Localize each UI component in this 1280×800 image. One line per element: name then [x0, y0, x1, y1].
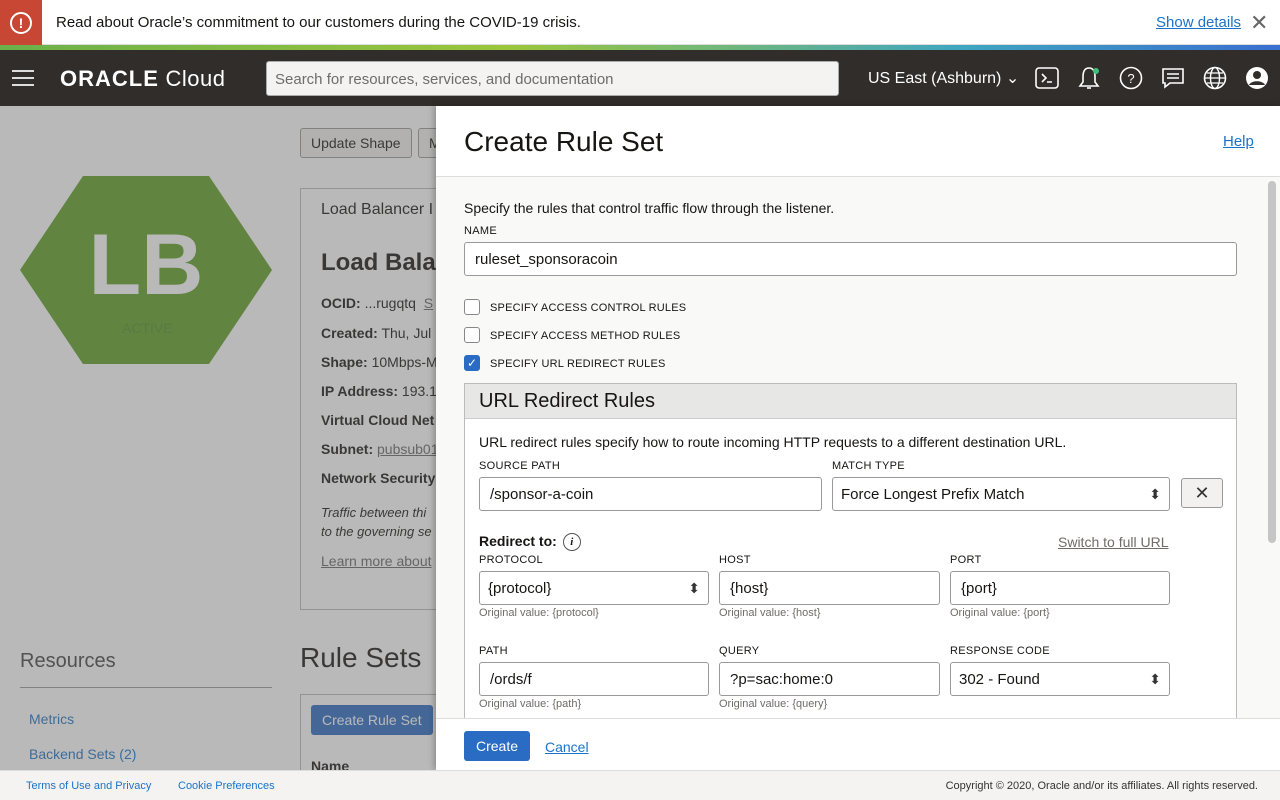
url-redirect-checkbox[interactable]: ✓	[464, 355, 480, 371]
chevron-down-icon: ⌄	[1005, 70, 1020, 87]
cloud-shell-icon[interactable]	[1034, 65, 1060, 91]
create-rule-set-panel: Create Rule Set Help Specify the rules t…	[436, 106, 1280, 770]
url-redirect-label: SPECIFY URL REDIRECT RULES	[490, 358, 666, 370]
region-selector[interactable]: US East (Ashburn) ⌄	[868, 68, 1019, 88]
path-input[interactable]: /ords/f	[479, 662, 709, 696]
modal-overlay[interactable]	[0, 106, 436, 770]
access-method-label: SPECIFY ACCESS METHOD RULES	[490, 330, 681, 342]
page-footer: Terms of Use and Privacy Cookie Preferen…	[0, 770, 1280, 800]
protocol-select[interactable]: {protocol}	[479, 571, 709, 605]
check-icon: ✓	[466, 356, 478, 370]
show-details-link[interactable]: Show details	[1156, 14, 1241, 31]
host-input[interactable]: {host}	[719, 571, 940, 605]
banner-message: Read about Oracle’s commitment to our cu…	[56, 14, 581, 31]
panel-footer: Create Cancel	[436, 718, 1280, 770]
path-hint: Original value: {path}	[479, 698, 582, 710]
svg-text:?: ?	[1127, 71, 1134, 86]
switch-full-url-link[interactable]: Switch to full URL	[1058, 534, 1168, 550]
info-icon[interactable]: i	[562, 533, 581, 552]
panel-description: Specify the rules that control traffic f…	[464, 200, 835, 216]
match-type-select[interactable]: Force Longest Prefix Match	[832, 477, 1170, 511]
query-hint: Original value: {query}	[719, 698, 828, 710]
create-button[interactable]: Create	[464, 731, 531, 761]
section-description: URL redirect rules specify how to route …	[479, 434, 1067, 450]
access-control-label: SPECIFY ACCESS CONTROL RULES	[490, 302, 687, 314]
section-title: URL Redirect Rules	[465, 384, 1236, 419]
close-icon[interactable]: ✕	[1250, 10, 1268, 36]
search-input[interactable]: Search for resources, services, and docu…	[266, 61, 839, 96]
protocol-label: PROTOCOL	[479, 554, 543, 566]
copyright: Copyright © 2020, Oracle and/or its affi…	[945, 780, 1258, 792]
menu-icon[interactable]	[12, 70, 34, 91]
source-path-label: SOURCE PATH	[479, 460, 561, 472]
query-input[interactable]: ?p=sac:home:0	[719, 662, 940, 696]
name-input[interactable]: ruleset_sponsoracoin	[464, 242, 1237, 276]
port-label: PORT	[950, 554, 982, 566]
panel-title: Create Rule Set	[464, 126, 664, 157]
match-type-label: MATCH TYPE	[832, 460, 905, 472]
port-hint: Original value: {port}	[950, 607, 1050, 619]
chat-icon[interactable]	[1160, 65, 1186, 91]
help-icon[interactable]: ?	[1118, 65, 1144, 91]
bell-icon[interactable]	[1076, 65, 1102, 91]
source-path-input[interactable]: /sponsor-a-coin	[479, 477, 822, 511]
query-label: QUERY	[719, 645, 760, 657]
help-link[interactable]: Help	[1223, 133, 1254, 150]
access-method-checkbox[interactable]	[464, 327, 480, 343]
protocol-hint: Original value: {protocol}	[479, 607, 599, 619]
url-redirect-rules-section: URL Redirect Rules URL redirect rules sp…	[464, 383, 1237, 718]
response-code-select[interactable]: 302 - Found	[950, 662, 1170, 696]
error-icon: !	[0, 0, 42, 45]
name-label: NAME	[464, 225, 497, 237]
covid-banner: ! Read about Oracle’s commitment to our …	[0, 0, 1280, 45]
cookie-preferences-link[interactable]: Cookie Preferences	[178, 780, 275, 792]
cancel-link[interactable]: Cancel	[545, 739, 589, 755]
response-code-label: RESPONSE CODE	[950, 645, 1050, 657]
path-label: PATH	[479, 645, 508, 657]
close-icon[interactable]: ✕	[1181, 478, 1223, 508]
scrollbar[interactable]	[1268, 181, 1276, 543]
port-input[interactable]: {port}	[950, 571, 1170, 605]
oracle-cloud-logo[interactable]: ORACLE Cloud	[60, 66, 226, 92]
access-control-checkbox[interactable]	[464, 299, 480, 315]
profile-icon[interactable]	[1244, 65, 1270, 91]
host-hint: Original value: {host}	[719, 607, 821, 619]
host-label: HOST	[719, 554, 751, 566]
globe-icon[interactable]	[1202, 65, 1228, 91]
panel-body: Specify the rules that control traffic f…	[436, 176, 1280, 718]
top-header: ORACLE Cloud Search for resources, servi…	[0, 50, 1280, 106]
redirect-to-label: Redirect to: i	[479, 533, 581, 552]
terms-link[interactable]: Terms of Use and Privacy	[26, 780, 151, 792]
